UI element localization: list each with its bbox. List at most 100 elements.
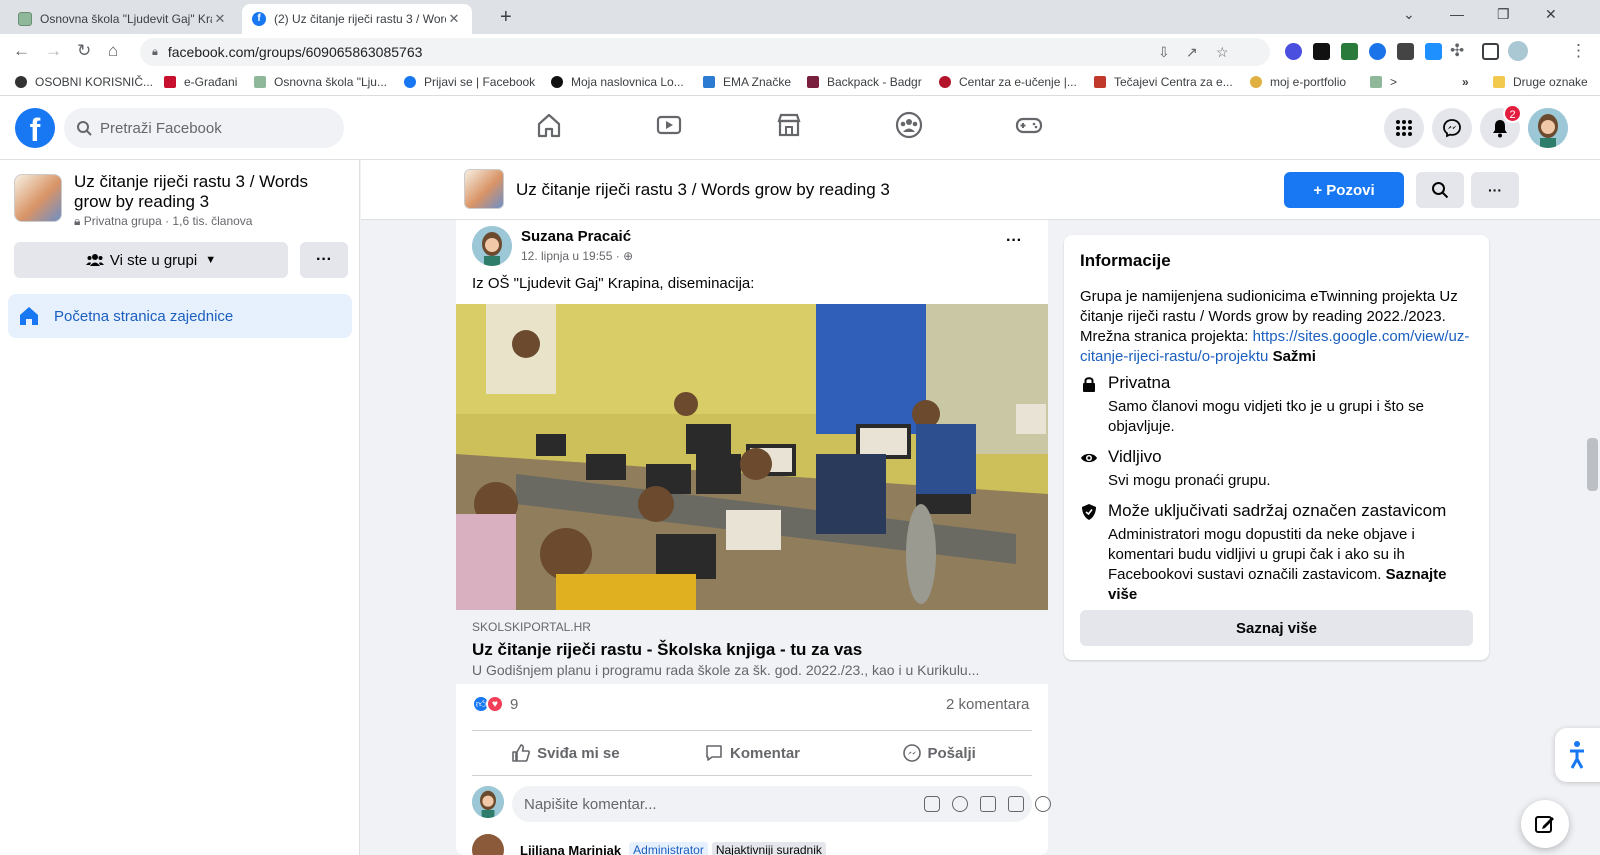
new-message-button[interactable] [1521, 800, 1569, 848]
bookmark-item[interactable]: Moja naslovnica Lo... [551, 75, 684, 89]
caret-down-icon: ▼ [205, 254, 217, 266]
messenger-icon[interactable] [1432, 108, 1472, 148]
bookmark-item[interactable]: Osnovna škola "Lju... [254, 75, 387, 89]
bookmark-star-icon[interactable]: ☆ [1216, 38, 1229, 66]
home-nav-icon[interactable] [534, 110, 570, 146]
groups-icon[interactable] [894, 110, 930, 146]
home-icon [20, 307, 38, 325]
restore-icon[interactable]: ❐ [1497, 6, 1510, 23]
bookmark-item[interactable]: Prijavi se | Facebook [404, 75, 535, 89]
love-reaction-icon: ♥ [486, 695, 504, 713]
extension-icon[interactable] [1313, 43, 1330, 60]
group-cover-thumbnail[interactable] [464, 169, 504, 209]
bookmarks-overflow-button[interactable]: » [1462, 75, 1469, 89]
extension-icon[interactable] [1285, 43, 1302, 60]
bookmark-item[interactable]: > [1370, 75, 1397, 89]
learn-more-button[interactable]: Saznaj više [1080, 610, 1473, 646]
close-icon[interactable]: ✕ [212, 11, 228, 27]
bookmark-item[interactable]: EMA Značke [703, 75, 791, 89]
bookmark-item[interactable]: e-Građani [164, 75, 237, 89]
group-search-button[interactable] [1416, 172, 1464, 208]
about-title: Informacije [1080, 251, 1171, 270]
like-label: Sviđa mi se [537, 744, 620, 762]
bookmark-item[interactable]: Tečajevi Centra za e... [1094, 75, 1233, 89]
marketplace-icon[interactable] [774, 110, 810, 146]
side-panel-icon[interactable] [1482, 43, 1499, 60]
my-avatar[interactable] [472, 786, 504, 818]
facebook-search-input[interactable]: Pretraži Facebook [64, 108, 344, 148]
camera-icon[interactable] [980, 796, 996, 812]
browser-tab-school[interactable]: Osnovna škola "Ljudevit Gaj" Krapina ✕ [8, 4, 238, 34]
back-icon[interactable]: ← [13, 41, 30, 61]
commenter-avatar[interactable] [472, 834, 504, 855]
puzzle-extensions-icon[interactable]: ✣ [1450, 41, 1464, 61]
close-icon[interactable]: ✕ [446, 11, 462, 27]
globe-privacy-icon: ⊕ [623, 249, 634, 263]
post-options-button[interactable]: ··· [1006, 232, 1022, 250]
browser-tab-facebook[interactable]: f (2) Uz čitanje riječi rastu 3 / Words … [242, 4, 472, 34]
commenter-name[interactable]: Ljiljana Marinjak [520, 843, 621, 855]
link-preview[interactable]: SKOLSKIPORTAL.HR Uz čitanje riječi rastu… [456, 610, 1048, 684]
tab-search-chevron-icon[interactable]: ⌄ [1403, 6, 1415, 23]
group-cover-thumbnail[interactable] [14, 174, 62, 222]
extension-icon[interactable] [1397, 43, 1414, 60]
post-photo[interactable]: i [456, 304, 1048, 610]
folder-icon [1493, 76, 1505, 88]
top-contributor-badge: Najaktivniji suradnik [711, 842, 826, 855]
reload-icon[interactable]: ↻ [77, 41, 91, 61]
facebook-logo-icon[interactable]: f [15, 108, 55, 148]
group-more-button[interactable]: ··· [1471, 172, 1519, 208]
extension-icon[interactable] [1341, 43, 1358, 60]
classroom-photo [456, 304, 1048, 610]
forward-icon[interactable]: → [45, 41, 62, 61]
group-title[interactable]: Uz čitanje riječi rastu 3 / Words grow b… [516, 180, 890, 200]
other-bookmarks-folder[interactable]: Druge oznake [1493, 75, 1588, 89]
shield-icon [1082, 504, 1096, 520]
extension-icon[interactable] [1425, 43, 1442, 60]
group-more-options-button[interactable]: ··· [300, 242, 348, 278]
like-button[interactable]: Sviđa mi se [472, 731, 659, 775]
account-avatar[interactable] [1528, 108, 1568, 148]
group-name[interactable]: Uz čitanje riječi rastu 3 / Words grow b… [74, 172, 344, 212]
post-timestamp[interactable]: 12. lipnja u 19:55 · ⊕ [521, 249, 633, 263]
bookmark-item[interactable]: Backpack - Badgr [807, 75, 922, 89]
extension-icon[interactable] [1369, 43, 1386, 60]
invite-button[interactable]: + Pozovi [1284, 172, 1404, 208]
menu-grid-icon[interactable] [1384, 108, 1424, 148]
comments-count[interactable]: 2 komentara [946, 696, 1029, 713]
gif-icon[interactable] [1008, 796, 1024, 812]
close-window-icon[interactable]: ✕ [1545, 6, 1557, 23]
author-avatar[interactable] [472, 226, 512, 266]
address-bar[interactable]: 🔒︎ facebook.com/groups/609065863085763 ⇩… [140, 38, 1270, 66]
avatar-sticker-icon[interactable] [924, 796, 940, 812]
messenger-share-icon [902, 744, 921, 762]
emoji-icon[interactable] [952, 796, 968, 812]
bookmark-item[interactable]: moj e-portfolio [1250, 75, 1346, 89]
minimize-icon[interactable]: — [1450, 6, 1464, 22]
url-text: facebook.com/groups/609065863085763 [167, 44, 423, 60]
community-home-nav-item[interactable]: Početna stranica zajednice [8, 294, 352, 338]
reaction-summary[interactable]: 👍︎ ♥ 9 [472, 695, 518, 713]
gaming-icon[interactable] [1014, 110, 1050, 146]
post-text: Iz OŠ "Ljudevit Gaj" Krapina, diseminaci… [472, 275, 755, 292]
watch-video-icon[interactable] [654, 110, 690, 146]
install-icon[interactable]: ⇩ [1158, 38, 1170, 66]
home-icon[interactable]: ⌂ [108, 41, 118, 61]
profile-avatar[interactable] [1508, 41, 1528, 61]
menu-kebab-icon[interactable]: ⋮ [1570, 41, 1587, 61]
share-icon[interactable]: ↗ [1186, 38, 1198, 66]
comment-input[interactable]: Napišite komentar... [512, 786, 1051, 822]
side-widget-tab[interactable] [1555, 728, 1600, 782]
bookmark-item[interactable]: OSOBNI KORISNIČ... [15, 75, 153, 89]
bookmark-item[interactable]: Centar za e-učenje |... [939, 75, 1077, 89]
checker-icon [164, 76, 176, 88]
joined-group-button[interactable]: Vi ste u grupi ▼ [14, 242, 288, 278]
post-author[interactable]: Suzana Pracaić [521, 228, 631, 245]
sticker-icon[interactable] [1035, 796, 1051, 812]
shield-favicon-icon [18, 12, 32, 26]
comment-button[interactable]: Komentar [659, 731, 846, 775]
send-button[interactable]: Pošalji [845, 731, 1032, 775]
page-scrollbar-thumb[interactable] [1587, 438, 1598, 491]
new-tab-icon[interactable]: + [500, 6, 512, 29]
collapse-link[interactable]: Sažmi [1273, 348, 1316, 365]
